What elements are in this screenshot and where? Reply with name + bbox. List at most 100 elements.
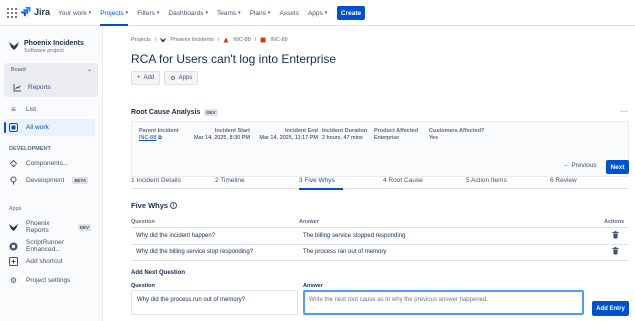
add-button-label: Add bbox=[143, 75, 155, 81]
sidebar-item-label: Add shortcut bbox=[26, 258, 63, 265]
project-name: Phoenix Incidents bbox=[24, 40, 84, 47]
breadcrumb: Projects / Phoenix Incidents / INC-88 / … bbox=[131, 37, 288, 43]
sidebar-item-project-settings[interactable]: ⚙ Project settings bbox=[9, 276, 97, 285]
jira-logo[interactable]: Jira bbox=[20, 6, 50, 17]
project-type: Software project bbox=[24, 48, 64, 54]
project-header[interactable]: Phoenix Incidents Software project bbox=[9, 40, 84, 54]
previous-label: Previous bbox=[571, 162, 597, 169]
sidebar-item-phoenix-reports[interactable]: Phoenix Reports DEV bbox=[9, 220, 97, 234]
incident-duration-field: Incident Duration 2 hours, 47 mins bbox=[322, 128, 367, 142]
tab-step-3[interactable]: 3 Five Whys bbox=[299, 177, 343, 190]
nav-item-assets[interactable]: Assets bbox=[279, 0, 299, 26]
column-header-question: Question bbox=[131, 219, 155, 225]
phoenix-icon bbox=[160, 37, 167, 43]
nav-item-label: Dashboards bbox=[168, 9, 204, 17]
question-cell: Why did the billing service stop respond… bbox=[136, 249, 254, 255]
sidebar-item-label: Project settings bbox=[26, 277, 71, 284]
breadcrumb-parent-issue[interactable]: INC-88 bbox=[233, 37, 250, 43]
chevron-down-icon[interactable]: ⌄ bbox=[87, 66, 92, 73]
rca-issue-icon bbox=[260, 37, 266, 43]
tab-step-5[interactable]: 5 Action Items bbox=[466, 177, 507, 189]
sidebar-item-label: Phoenix Reports bbox=[26, 220, 50, 234]
question-input[interactable]: Why did the process run out of memory? bbox=[131, 290, 298, 315]
sidebar-item-label: ScriptRunner Enhanced... bbox=[26, 239, 64, 253]
main-content: Projects / Phoenix Incidents / INC-88 / … bbox=[103, 26, 635, 321]
app-name: Jira bbox=[34, 6, 51, 17]
sidebar-item-reports[interactable]: Reports bbox=[13, 83, 51, 92]
question-cell: Why did the incident happen? bbox=[136, 233, 216, 239]
create-button[interactable]: Create bbox=[337, 6, 365, 20]
trash-icon[interactable] bbox=[612, 231, 619, 239]
development-icon bbox=[9, 176, 18, 185]
top-navigation-bar: Jira Your work ▾ Projects ▾ Filters ▾ Dashboar… bbox=[0, 0, 635, 26]
sidebar-item-components[interactable]: Components... bbox=[9, 159, 97, 168]
product-affected-field: Product Affected Enterprise bbox=[374, 128, 418, 142]
board-group[interactable]: Board ⌄ Reports bbox=[4, 63, 98, 97]
field-label: Parent Incident bbox=[139, 128, 179, 134]
app-switcher-icon[interactable] bbox=[7, 8, 17, 18]
jira-logo-icon bbox=[20, 6, 31, 17]
field-value: Mar 14, 2025, 8:30 PM bbox=[194, 135, 250, 141]
nav-item-your-work[interactable]: Your work ▾ bbox=[58, 0, 91, 26]
nav-item-teams[interactable]: Teams ▾ bbox=[217, 0, 241, 26]
nav-item-label: Plans bbox=[249, 9, 266, 17]
beta-badge: BETA bbox=[72, 177, 89, 184]
tab-step-2[interactable]: 2 Timeline bbox=[215, 177, 245, 189]
incident-end-field: Incident End Mar 14, 2025, 11:17 PM bbox=[255, 128, 318, 142]
nav-item-dashboards[interactable]: Dashboards ▾ bbox=[168, 0, 208, 26]
components-icon bbox=[9, 159, 18, 168]
scriptrunner-icon bbox=[9, 242, 18, 251]
add-entry-button[interactable]: Add Entry bbox=[592, 301, 629, 316]
plus-icon: + bbox=[137, 75, 141, 81]
tab-step-6[interactable]: 6 Review bbox=[550, 177, 577, 189]
apps-button-label: Apps bbox=[178, 75, 193, 81]
apps-button[interactable]: ⚙ Apps bbox=[164, 71, 199, 85]
sidebar-item-development[interactable]: Development BETA bbox=[9, 176, 97, 185]
divider bbox=[131, 244, 629, 245]
field-value: Mar 14, 2025, 11:17 PM bbox=[259, 135, 318, 141]
five-whys-title: Five Whys bbox=[131, 201, 169, 210]
breadcrumb-separator: / bbox=[217, 37, 220, 43]
sidebar-item-list[interactable]: ≡ List bbox=[9, 105, 97, 114]
gear-icon: ⚙ bbox=[9, 276, 18, 285]
trash-icon[interactable] bbox=[612, 247, 619, 255]
incident-icon bbox=[223, 37, 229, 43]
sidebar-item-scriptrunner[interactable]: ScriptRunner Enhanced... bbox=[9, 239, 97, 253]
development-heading: DEVELOPMENT bbox=[9, 146, 51, 152]
nav-item-filters[interactable]: Filters ▾ bbox=[137, 0, 159, 26]
tab-step-1[interactable]: 1 Incident Details bbox=[131, 177, 181, 189]
dev-badge: DEV bbox=[204, 109, 218, 116]
sidebar-item-label: Development bbox=[26, 177, 65, 184]
field-label: Incident Duration bbox=[322, 128, 368, 134]
dev-badge: DEV bbox=[77, 223, 91, 231]
question-field-label: Question bbox=[131, 283, 155, 289]
all-work-icon bbox=[9, 123, 18, 132]
sidebar-item-add-shortcut[interactable]: Add shortcut bbox=[9, 257, 97, 266]
add-shortcut-icon bbox=[9, 257, 18, 266]
nav-item-plans[interactable]: Plans ▾ bbox=[250, 0, 271, 26]
nav-item-apps[interactable]: Apps ▾ bbox=[308, 0, 327, 26]
breadcrumb-projects[interactable]: Projects bbox=[131, 37, 151, 43]
more-options-icon[interactable]: ··· bbox=[620, 107, 628, 116]
issue-title[interactable]: RCA for Users can't log into Enterprise bbox=[131, 52, 336, 66]
customers-affected-field: Customers Affected? Yes bbox=[429, 128, 484, 142]
previous-button[interactable]: ← Previous bbox=[563, 162, 597, 169]
chevron-down-icon: ▾ bbox=[205, 10, 208, 16]
next-button[interactable]: Next bbox=[606, 160, 629, 174]
rca-panel-header: Root Cause Analysis DEV bbox=[131, 109, 218, 116]
external-link-icon[interactable]: ⧉ bbox=[158, 135, 162, 141]
breadcrumb-project[interactable]: Phoenix Incidents bbox=[170, 37, 213, 43]
parent-incident-link[interactable]: INC-88 bbox=[139, 135, 156, 141]
info-icon[interactable]: i bbox=[170, 202, 178, 209]
tab-step-4[interactable]: 4 Root Cause bbox=[383, 177, 423, 189]
active-indicator bbox=[4, 122, 6, 133]
sidebar-item-all-work[interactable]: All work bbox=[4, 119, 95, 136]
sidebar-item-label: Components... bbox=[26, 160, 69, 167]
field-label: Incident Start bbox=[214, 128, 250, 134]
breadcrumb-issue[interactable]: INC-89 bbox=[270, 37, 287, 43]
answer-input[interactable]: Write the next root cause as to why the … bbox=[303, 290, 584, 315]
nav-item-projects[interactable]: Projects ▾ bbox=[100, 0, 129, 26]
field-label: Product Affected bbox=[374, 128, 419, 134]
field-label: Customers Affected? bbox=[429, 128, 485, 134]
add-button[interactable]: + Add bbox=[131, 71, 161, 85]
